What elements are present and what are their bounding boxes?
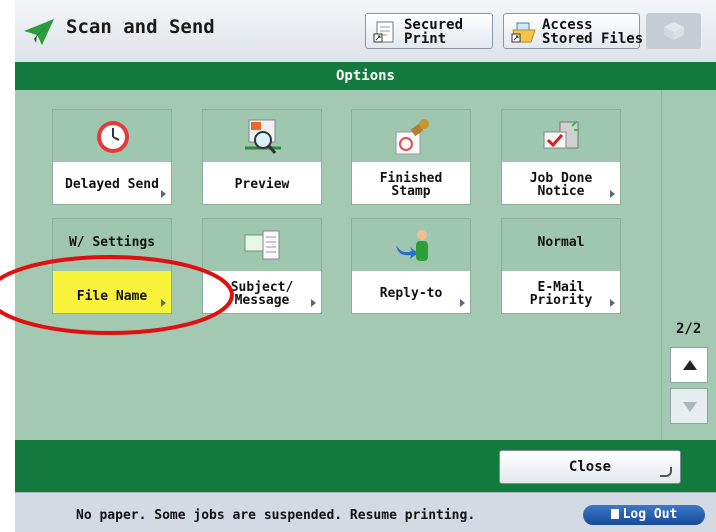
scan-and-send-icon	[24, 19, 54, 45]
email-priority-label: E-Mail Priority	[529, 280, 593, 308]
message-icon	[244, 230, 280, 260]
scroll-down-button[interactable]	[670, 388, 708, 424]
email-priority-button[interactable]: Normal E-Mail Priority	[501, 218, 621, 314]
file-name-setting: W/ Settings	[68, 235, 156, 250]
page-indicator: 2/2	[676, 321, 702, 337]
return-corner-icon	[660, 467, 672, 477]
app-title: Scan and Send	[66, 16, 215, 38]
options-title: Options	[15, 62, 716, 90]
arrow-right-icon	[610, 299, 615, 307]
finished-stamp-button[interactable]: Finished Stamp	[351, 109, 471, 205]
delayed-send-button[interactable]: Delayed Send	[52, 109, 172, 205]
secured-print-icon	[373, 21, 394, 43]
triangle-down-icon	[683, 402, 697, 412]
close-button[interactable]: Close	[499, 450, 681, 484]
stamp-icon	[395, 119, 429, 155]
preview-button[interactable]: Preview	[202, 109, 322, 205]
red-annotation-ellipse	[0, 255, 234, 335]
arrow-right-icon	[311, 299, 316, 307]
logout-door-icon	[610, 509, 619, 519]
job-done-notice-icon	[543, 121, 579, 149]
job-done-notice-button[interactable]: Job Done Notice	[501, 109, 621, 205]
secured-print-button[interactable]: Secured Print	[365, 13, 493, 49]
stored-files-icon	[511, 22, 536, 43]
preview-label: Preview	[234, 177, 290, 192]
secured-print-label: Secured Print	[404, 17, 464, 47]
job-done-notice-label: Job Done Notice	[529, 171, 593, 199]
delayed-send-label: Delayed Send	[65, 177, 159, 192]
scroll-up-button[interactable]	[670, 347, 708, 383]
reply-to-label: Reply-to	[379, 286, 443, 301]
access-stored-files-label: Access Stored Files	[542, 17, 644, 47]
reply-to-person-icon	[396, 230, 428, 261]
arrow-right-icon	[610, 190, 615, 198]
log-out-button[interactable]: Log Out	[583, 505, 705, 525]
preview-magnifier-icon	[245, 119, 281, 154]
email-priority-setting: Normal	[537, 235, 585, 250]
disabled-header-button	[646, 13, 701, 49]
cube-icon	[664, 22, 684, 40]
close-label: Close	[568, 459, 612, 475]
status-message: No paper. Some jobs are suspended. Resum…	[76, 508, 476, 523]
arrow-right-icon	[460, 299, 465, 307]
access-stored-files-button[interactable]: Access Stored Files	[503, 13, 644, 49]
clock-icon	[97, 121, 129, 153]
log-out-label: Log Out	[622, 507, 678, 522]
finished-stamp-label: Finished Stamp	[379, 171, 443, 199]
reply-to-button[interactable]: Reply-to	[351, 218, 471, 314]
triangle-up-icon	[683, 360, 697, 370]
arrow-right-icon	[161, 190, 166, 198]
